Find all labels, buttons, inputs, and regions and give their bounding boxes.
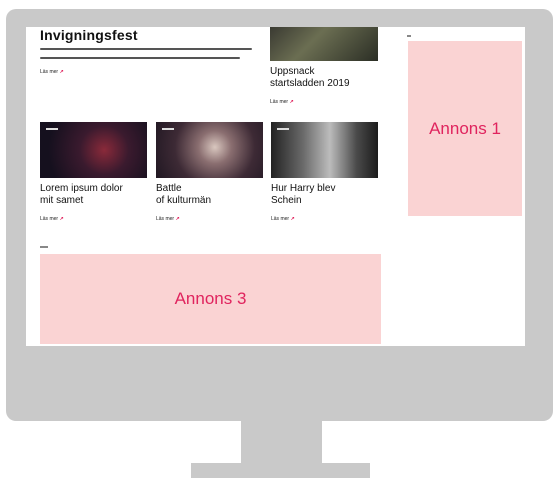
arrow-icon: ↗	[175, 216, 180, 222]
hero-read-more-link[interactable]: Läs mer ↗	[40, 69, 64, 75]
hero-title[interactable]: Invigningsfest	[40, 27, 138, 43]
ad-slot-1[interactable]: Annons 1	[408, 41, 522, 216]
ad-slot-3[interactable]: Annons 3	[40, 254, 381, 344]
arrow-icon: ↗	[289, 99, 294, 105]
article-image[interactable]	[156, 122, 263, 178]
image-tag	[46, 128, 58, 130]
hero-excerpt-line	[40, 57, 240, 59]
article-title[interactable]: Lorem ipsum dolor mit samet	[40, 183, 123, 207]
title-line: Battle	[156, 183, 182, 194]
title-line: Lorem ipsum dolor	[40, 183, 123, 194]
monitor-base	[191, 463, 370, 478]
title-line: mit samet	[40, 195, 84, 206]
read-more-link[interactable]: Läs mer ↗	[40, 216, 64, 222]
read-more-label: Läs mer	[40, 216, 59, 222]
read-more-label: Läs mer	[40, 69, 59, 75]
article-image[interactable]	[40, 122, 147, 178]
hero-excerpt-line	[40, 48, 252, 50]
article-title[interactable]: Uppsnack startsladden 2019	[270, 66, 350, 90]
title-line: startsladden 2019	[270, 78, 350, 89]
ad-label	[40, 246, 48, 248]
read-more-label: Läs mer	[270, 99, 289, 105]
read-more-label: Läs mer	[156, 216, 175, 222]
monitor-stand	[241, 421, 322, 463]
title-line: Hur Harry blev	[271, 183, 336, 194]
image-tag	[162, 128, 174, 130]
title-line: Uppsnack	[270, 66, 315, 77]
title-line: Schein	[271, 195, 302, 206]
article-title[interactable]: Hur Harry blev Schein	[271, 183, 335, 207]
article-image[interactable]	[270, 27, 378, 61]
arrow-icon: ↗	[59, 69, 64, 75]
website-screen: Invigningsfest Läs mer ↗ Uppsnack starts…	[26, 27, 525, 346]
read-more-link[interactable]: Läs mer ↗	[156, 216, 180, 222]
ad-label	[407, 35, 411, 37]
article-image[interactable]	[271, 122, 378, 178]
read-more-link[interactable]: Läs mer ↗	[270, 99, 294, 105]
article-title[interactable]: Battle of kulturmän	[156, 183, 211, 207]
arrow-icon: ↗	[59, 216, 64, 222]
title-line: of kulturmän	[156, 195, 212, 206]
image-tag	[277, 128, 289, 130]
read-more-label: Läs mer	[271, 216, 290, 222]
read-more-link[interactable]: Läs mer ↗	[271, 216, 295, 222]
arrow-icon: ↗	[290, 216, 295, 222]
